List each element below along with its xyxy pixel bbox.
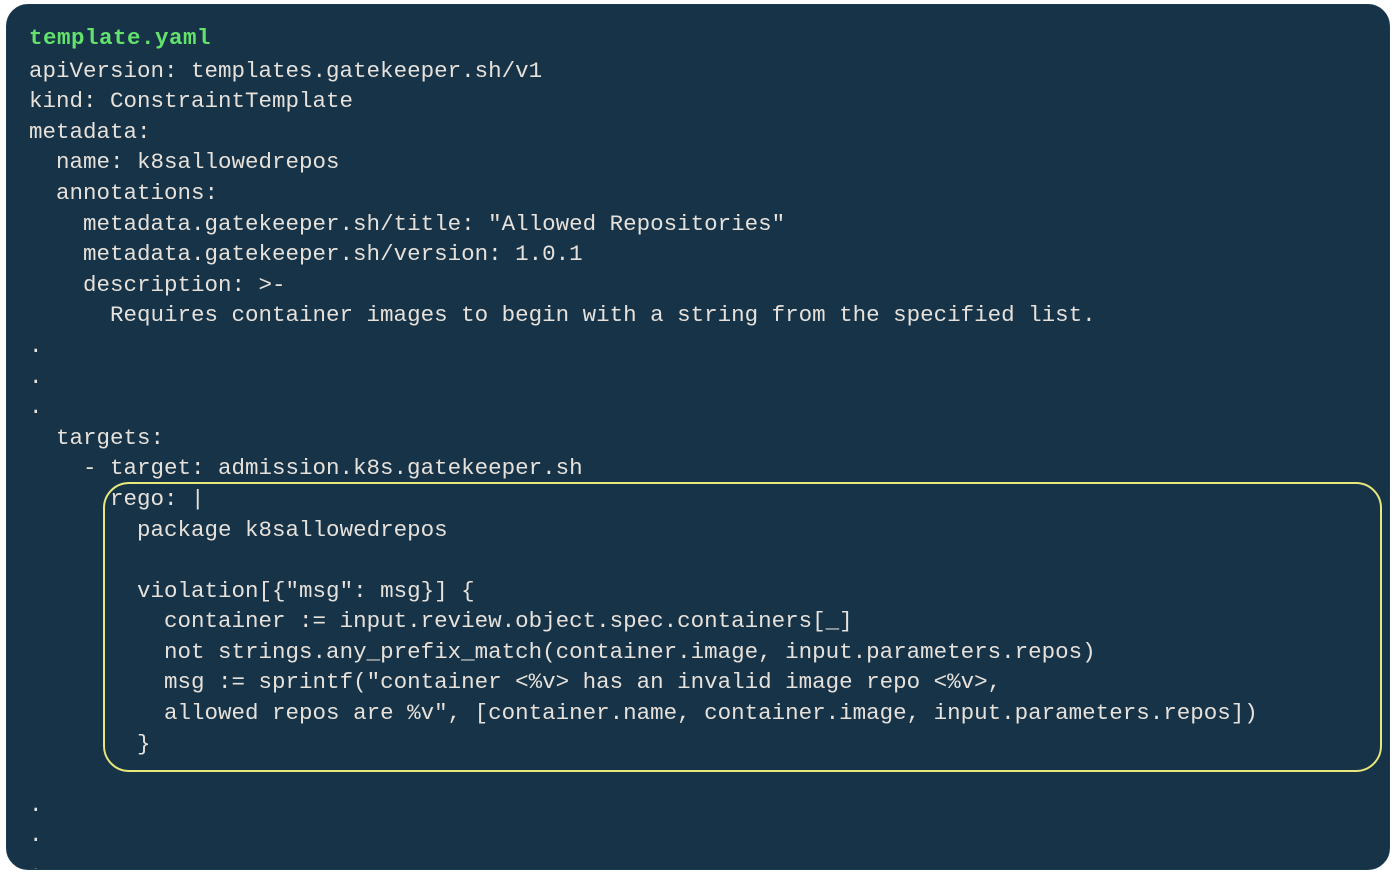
line-kind: kind: ConstraintTemplate: [29, 88, 353, 114]
yaml-code-block: apiVersion: templates.gatekeeper.sh/v1 k…: [29, 56, 1369, 870]
rego-line: container := input.review.object.spec.co…: [29, 608, 853, 634]
ellipsis-dot: .: [29, 792, 43, 818]
line-description-key: description: >-: [29, 272, 286, 298]
rego-line: allowed repos are %v", [container.name, …: [29, 700, 1258, 726]
rego-line: package k8sallowedrepos: [29, 517, 448, 543]
rego-line: }: [29, 731, 151, 757]
ellipsis-dot: .: [29, 333, 43, 359]
line-metadata-name: name: k8sallowedrepos: [29, 149, 340, 175]
rego-line: violation[{"msg": msg}] {: [29, 578, 475, 604]
line-description-text: Requires container images to begin with …: [29, 302, 1096, 328]
blank-line: [29, 761, 43, 787]
line-targets: targets:: [29, 425, 164, 451]
line-annotations: annotations:: [29, 180, 218, 206]
ellipsis-dot: .: [29, 394, 43, 420]
ellipsis-dot: .: [29, 822, 43, 848]
line-api-version: apiVersion: templates.gatekeeper.sh/v1: [29, 58, 542, 84]
line-annotation-version: metadata.gatekeeper.sh/version: 1.0.1: [29, 241, 583, 267]
line-metadata: metadata:: [29, 119, 151, 145]
ellipsis-dot: .: [29, 364, 43, 390]
line-annotation-title: metadata.gatekeeper.sh/title: "Allowed R…: [29, 211, 785, 237]
code-panel: template.yaml apiVersion: templates.gate…: [6, 4, 1390, 870]
file-name: template.yaml: [29, 23, 1369, 54]
line-rego: rego: |: [29, 486, 205, 512]
ellipsis-dot: .: [29, 853, 43, 870]
line-target: - target: admission.k8s.gatekeeper.sh: [29, 455, 583, 481]
rego-line: msg := sprintf("container <%v> has an in…: [29, 669, 1001, 695]
rego-line: not strings.any_prefix_match(container.i…: [29, 639, 1096, 665]
